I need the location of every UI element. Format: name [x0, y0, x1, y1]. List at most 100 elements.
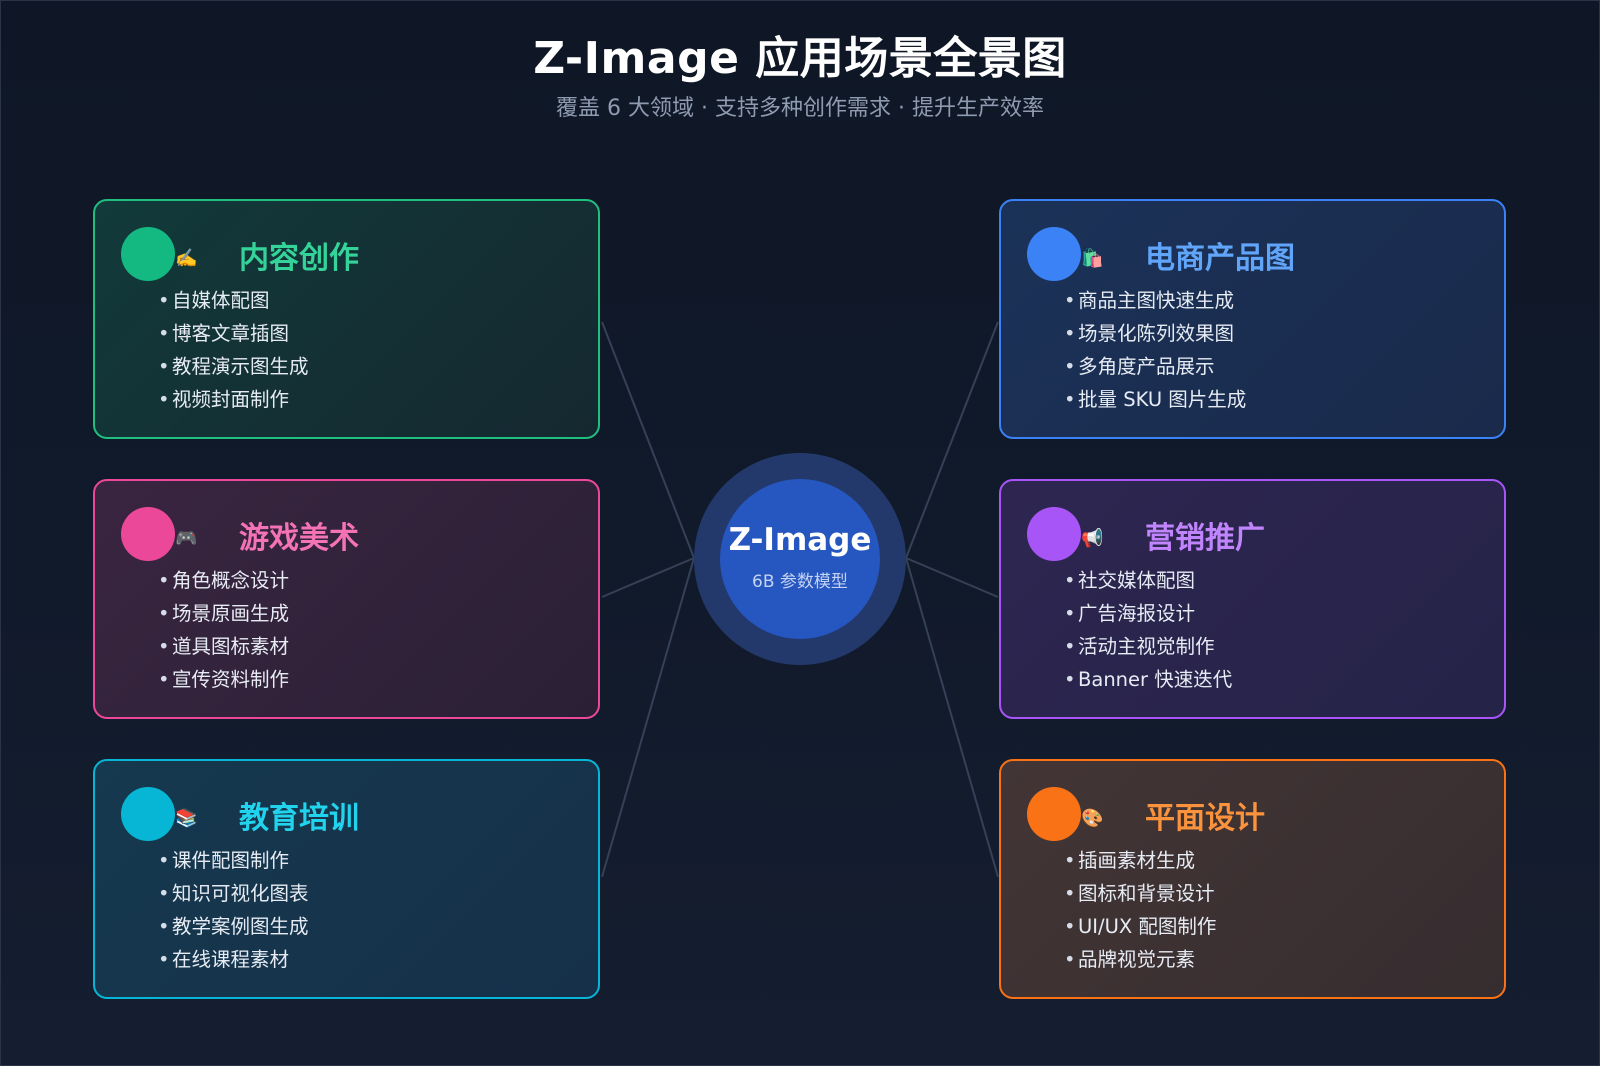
bullet-dot-icon: • — [1064, 849, 1076, 872]
list-item-text: 教程演示图生成 — [172, 355, 309, 378]
bullet-dot-icon: • — [158, 322, 170, 345]
connector-line — [905, 321, 999, 559]
list-item: • 场景化陈列效果图 — [1064, 317, 1246, 350]
card-title: 电商产品图 — [1145, 241, 1295, 276]
list-item: • 批量 SKU 图片生成 — [1064, 383, 1246, 416]
bullet-dot-icon: • — [158, 355, 170, 378]
list-item: • 教学案例图生成 — [158, 910, 309, 943]
bullet-dot-icon: • — [1064, 569, 1076, 592]
list-item-text: 图标和背景设计 — [1078, 882, 1215, 905]
card-item-list: • 社交媒体配图 • 广告海报设计 • 活动主视觉制作 • Banner 快速迭代 — [1064, 564, 1232, 696]
list-item: • 视频封面制作 — [158, 383, 309, 416]
bullet-dot-icon: • — [158, 882, 170, 905]
books-icon: 📚 — [175, 808, 198, 829]
list-item: • 博客文章插图 — [158, 317, 309, 350]
list-item: • 社交媒体配图 — [1064, 564, 1232, 597]
list-item-text: 教学案例图生成 — [172, 915, 309, 938]
list-item: • 道具图标素材 — [158, 630, 289, 663]
connector-line — [601, 321, 695, 559]
card-5: 📢 营销推广 • 社交媒体配图 • 广告海报设计 • 活动主视觉制作 • Banner 快速迭代 — [999, 479, 1506, 719]
bullet-dot-icon: • — [1064, 635, 1076, 658]
game-controller-icon: 🎮 — [175, 528, 198, 549]
bullet-dot-icon: • — [158, 569, 170, 592]
bullet-dot-icon: • — [1064, 355, 1076, 378]
bullet-dot-icon: • — [158, 668, 170, 691]
list-item-text: 视频封面制作 — [172, 388, 290, 411]
writing-hand-icon: ✍️ — [175, 248, 198, 269]
list-item: • 多角度产品展示 — [1064, 350, 1246, 383]
card-6: 🎨 平面设计 • 插画素材生成 • 图标和背景设计 • UI/UX 配图制作 • 品牌视觉元素 — [999, 759, 1506, 999]
card-item-list: • 商品主图快速生成 • 场景化陈列效果图 • 多角度产品展示 • 批量 SKU 图片生成 — [1064, 284, 1246, 416]
bullet-dot-icon: • — [158, 849, 170, 872]
hub-inner-circle — [720, 479, 880, 639]
list-item: • 课件配图制作 — [158, 844, 309, 877]
connector-line — [905, 557, 999, 878]
card-title: 游戏美术 — [239, 521, 359, 556]
bullet-dot-icon: • — [158, 289, 170, 312]
card-color-dot — [121, 227, 175, 281]
card-item-list: • 自媒体配图 • 博客文章插图 • 教程演示图生成 • 视频封面制作 — [158, 284, 309, 416]
bullet-dot-icon: • — [1064, 668, 1076, 691]
list-item: • 角色概念设计 — [158, 564, 289, 597]
connector-line — [905, 557, 999, 598]
list-item-text: 活动主视觉制作 — [1078, 635, 1215, 658]
list-item-text: 品牌视觉元素 — [1078, 948, 1196, 971]
card-title: 教育培训 — [239, 801, 359, 836]
list-item: • UI/UX 配图制作 — [1064, 910, 1216, 943]
list-item-text: 批量 SKU 图片生成 — [1078, 388, 1247, 411]
list-item-text: 场景原画生成 — [172, 602, 290, 625]
list-item-text: 广告海报设计 — [1078, 602, 1196, 625]
bullet-dot-icon: • — [158, 635, 170, 658]
list-item: • 在线课程素材 — [158, 943, 309, 976]
card-title: 内容创作 — [239, 241, 359, 276]
card-3: 📚 教育培训 • 课件配图制作 • 知识可视化图表 • 教学案例图生成 • 在线课程素材 — [93, 759, 600, 999]
card-item-list: • 角色概念设计 • 场景原画生成 • 道具图标素材 • 宣传资料制作 — [158, 564, 289, 696]
bullet-dot-icon: • — [1064, 322, 1076, 345]
shopping-bags-icon: 🛍️ — [1081, 248, 1104, 269]
card-title: 平面设计 — [1145, 801, 1265, 836]
bullet-dot-icon: • — [158, 602, 170, 625]
list-item-text: 在线课程素材 — [172, 948, 290, 971]
card-color-dot — [121, 787, 175, 841]
list-item-text: 课件配图制作 — [172, 849, 290, 872]
card-color-dot — [1027, 227, 1081, 281]
list-item: • 商品主图快速生成 — [1064, 284, 1246, 317]
bullet-dot-icon: • — [158, 388, 170, 411]
list-item-text: 道具图标素材 — [172, 635, 290, 658]
list-item-text: 自媒体配图 — [172, 289, 270, 312]
card-2: 🎮 游戏美术 • 角色概念设计 • 场景原画生成 • 道具图标素材 • 宣传资料制作 — [93, 479, 600, 719]
list-item-text: UI/UX 配图制作 — [1078, 915, 1217, 938]
bullet-dot-icon: • — [158, 915, 170, 938]
list-item: • 宣传资料制作 — [158, 663, 289, 696]
list-item: • 自媒体配图 — [158, 284, 309, 317]
bullet-dot-icon: • — [1064, 289, 1076, 312]
bullet-dot-icon: • — [158, 948, 170, 971]
hub-subtitle: 6B 参数模型 — [752, 572, 848, 592]
list-item-text: 知识可视化图表 — [172, 882, 309, 905]
card-color-dot — [1027, 787, 1081, 841]
list-item-text: 社交媒体配图 — [1078, 569, 1196, 592]
list-item-text: 宣传资料制作 — [172, 668, 290, 691]
list-item-text: 博客文章插图 — [172, 322, 290, 345]
card-color-dot — [1027, 507, 1081, 561]
bullet-dot-icon: • — [1064, 602, 1076, 625]
list-item: • 插画素材生成 — [1064, 844, 1216, 877]
list-item: • 品牌视觉元素 — [1064, 943, 1216, 976]
list-item-text: 角色概念设计 — [172, 569, 290, 592]
list-item-text: 插画素材生成 — [1078, 849, 1196, 872]
card-item-list: • 插画素材生成 • 图标和背景设计 • UI/UX 配图制作 • 品牌视觉元素 — [1064, 844, 1216, 976]
list-item-text: Banner 快速迭代 — [1078, 668, 1233, 691]
card-color-dot — [121, 507, 175, 561]
list-item: • Banner 快速迭代 — [1064, 663, 1232, 696]
megaphone-icon: 📢 — [1081, 528, 1104, 549]
palette-icon: 🎨 — [1081, 808, 1104, 829]
bullet-dot-icon: • — [1064, 948, 1076, 971]
list-item: • 知识可视化图表 — [158, 877, 309, 910]
bullet-dot-icon: • — [1064, 915, 1076, 938]
card-4: 🛍️ 电商产品图 • 商品主图快速生成 • 场景化陈列效果图 • 多角度产品展示 • 批量 SKU… — [999, 199, 1506, 439]
list-item: • 活动主视觉制作 — [1064, 630, 1232, 663]
connector-line — [601, 557, 695, 878]
bullet-dot-icon: • — [1064, 388, 1076, 411]
card-title: 营销推广 — [1145, 521, 1265, 556]
list-item: • 教程演示图生成 — [158, 350, 309, 383]
